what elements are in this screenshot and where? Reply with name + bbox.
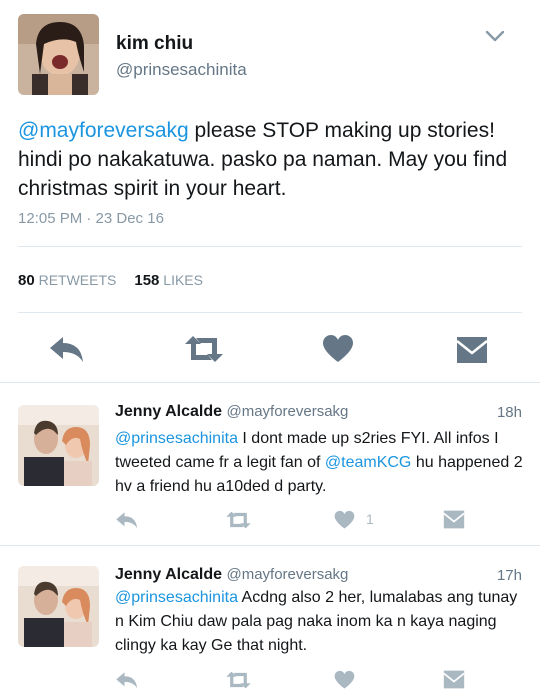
reply-author-name[interactable]: Jenny Alcalde	[115, 403, 222, 420]
reply-author-handle[interactable]: @mayforeversakg	[226, 403, 348, 420]
retweets-count: 80	[18, 272, 35, 289]
retweets-label: RETWEETS	[38, 272, 117, 288]
avatar[interactable]	[18, 14, 99, 95]
direct-message-icon[interactable]	[443, 670, 465, 694]
divider	[18, 246, 522, 247]
likes-stat[interactable]: 158 LIKES	[134, 272, 203, 289]
like-count: 1	[366, 511, 374, 527]
direct-message-icon[interactable]	[443, 510, 465, 534]
retweet-icon[interactable]	[183, 334, 225, 369]
reply-tweet[interactable]: Jenny Alcalde @mayforeversakg 18h @prins…	[0, 383, 540, 543]
divider	[18, 312, 522, 313]
retweets-stat[interactable]: 80 RETWEETS	[18, 272, 117, 289]
reply-time[interactable]: 18h	[497, 404, 522, 421]
avatar[interactable]	[18, 566, 99, 647]
author-name[interactable]: kim chiu	[116, 33, 193, 55]
main-tweet: kim chiu @prinsesachinita @mayforeversak…	[0, 0, 540, 382]
likes-count: 158	[134, 272, 160, 289]
reply-tweet[interactable]: Jenny Alcalde @mayforeversakg 17h @prins…	[0, 546, 540, 696]
tweet-stats: 80 RETWEETS 158 LIKES	[18, 272, 203, 289]
reply-author-name[interactable]: Jenny Alcalde	[115, 566, 222, 583]
chevron-down-icon[interactable]	[484, 28, 506, 44]
mention-link[interactable]: @prinsesachinita	[115, 589, 238, 606]
tweet-text: @mayforeversakg please STOP making up st…	[18, 116, 523, 203]
reply-icon[interactable]	[48, 334, 86, 369]
mention-link[interactable]: @mayforeversakg	[18, 119, 189, 142]
tweet-timestamp[interactable]: 12:05 PM · 23 Dec 16	[18, 210, 164, 227]
reply-text: @prinsesachinita Acdng also 2 her, lumal…	[115, 586, 525, 658]
direct-message-icon[interactable]	[456, 336, 488, 369]
reply-header: Jenny Alcalde @mayforeversakg	[115, 403, 348, 421]
heart-icon[interactable]	[322, 334, 354, 369]
heart-icon[interactable]	[334, 510, 355, 535]
retweet-icon[interactable]	[225, 670, 252, 695]
heart-icon[interactable]	[334, 670, 355, 695]
reply-author-handle[interactable]: @mayforeversakg	[226, 566, 348, 583]
reply-icon[interactable]	[115, 670, 139, 695]
author-handle[interactable]: @prinsesachinita	[116, 60, 247, 80]
mention-link[interactable]: @teamKCG	[325, 454, 411, 471]
mention-link[interactable]: @prinsesachinita	[115, 430, 238, 447]
reply-time[interactable]: 17h	[497, 567, 522, 584]
retweet-icon[interactable]	[225, 510, 252, 535]
reply-header: Jenny Alcalde @mayforeversakg	[115, 566, 348, 584]
avatar[interactable]	[18, 405, 99, 486]
reply-icon[interactable]	[115, 510, 139, 535]
likes-label: LIKES	[163, 272, 203, 288]
reply-text: @prinsesachinita I dont made up s2ries F…	[115, 427, 525, 499]
